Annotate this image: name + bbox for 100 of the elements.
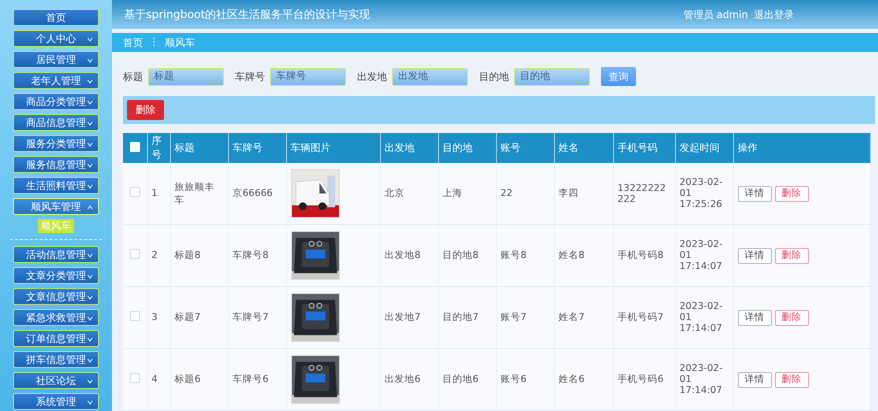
table-cell: 2023-02-01 17:14:07 — [675, 286, 733, 348]
table-cell: 标题7 — [170, 286, 228, 348]
sidebar-item[interactable]: 活动信息管理 — [13, 246, 99, 263]
caret-icon — [87, 358, 93, 363]
table-cell: 目的地8 — [438, 224, 496, 286]
table-cell: 账号6 — [496, 348, 554, 410]
caret-icon — [87, 163, 93, 168]
sidebar-item[interactable]: 商品分类管理 — [13, 93, 99, 110]
column-header: 车牌号 — [228, 133, 286, 163]
column-header: 发起时间 — [675, 133, 733, 163]
logout-link[interactable]: 退出登录 — [754, 8, 794, 22]
column-header: 目的地 — [438, 133, 496, 163]
table-cell: 标题6 — [170, 348, 228, 410]
delete-button[interactable]: 删除 — [774, 372, 808, 388]
row-checkbox[interactable] — [130, 311, 140, 321]
table-cell: 姓名6 — [554, 348, 613, 410]
sidebar-item[interactable]: 商品信息管理 — [13, 114, 99, 131]
table-cell: 出发地6 — [380, 348, 438, 410]
sidebar-item[interactable]: 服务分类管理 — [13, 135, 99, 152]
table-cell: 目的地6 — [438, 348, 496, 410]
table-cell: 账号8 — [496, 224, 554, 286]
caret-icon — [87, 400, 93, 405]
caret-icon — [87, 100, 93, 105]
caret-icon — [87, 253, 93, 258]
site-title: 基于springboot的社区生活服务平台的设计与实现 — [124, 7, 372, 22]
field-label: 车牌号 — [235, 70, 265, 84]
table-cell: 4 — [147, 348, 170, 410]
details-button[interactable]: 详情 — [738, 186, 772, 202]
table-cell: 1 — [147, 163, 170, 224]
caret-icon — [87, 337, 93, 342]
table-cell: 姓名7 — [554, 286, 613, 348]
sidebar-item[interactable]: 个人中心 — [13, 30, 99, 47]
caret-icon — [87, 184, 93, 189]
sidebar-item[interactable]: 服务信息管理 — [13, 156, 99, 173]
delete-button[interactable]: 删除 — [127, 100, 164, 120]
column-header: 账号 — [496, 133, 554, 163]
table-cell: 李四 — [554, 163, 613, 224]
sidebar-item[interactable]: 紧急求救管理 — [13, 309, 99, 326]
table-cell: 2023-02-01 17:14:07 — [675, 224, 733, 286]
caret-icon — [87, 58, 93, 63]
delete-button[interactable]: 删除 — [774, 248, 808, 264]
row-checkbox[interactable] — [130, 373, 140, 383]
user-label: 管理员 admin — [683, 8, 748, 22]
table-cell: 上海 — [438, 163, 496, 224]
table-cell: 出发地7 — [380, 286, 438, 348]
field-label: 标题 — [123, 70, 143, 84]
sidebar-item[interactable]: 系统管理 — [13, 393, 99, 410]
breadcrumb-item: ⋮ — [149, 37, 159, 48]
table-cell: 车牌号8 — [228, 224, 286, 286]
delete-button[interactable]: 删除 — [774, 310, 808, 326]
table-cell: 13222222222 — [613, 163, 675, 224]
sidebar-item[interactable]: 生活照料管理 — [13, 177, 99, 194]
caret-icon — [87, 295, 93, 300]
sidebar-item[interactable]: 老年人管理 — [13, 72, 99, 89]
sidebar-item[interactable]: 拼车信息管理 — [13, 351, 99, 368]
delete-button[interactable]: 删除 — [774, 186, 808, 202]
table-cell: 3 — [147, 286, 170, 348]
details-button[interactable]: 详情 — [738, 248, 772, 264]
search-field[interactable]: 目的地 — [514, 68, 590, 86]
caret-icon — [87, 205, 93, 210]
search-field[interactable]: 车牌号 — [270, 68, 346, 86]
table-cell: 2 — [147, 224, 170, 286]
column-header: 出发地 — [380, 133, 438, 163]
sidebar-item[interactable]: 居民管理 — [13, 51, 99, 68]
field-label: 出发地 — [357, 70, 387, 84]
column-header: 序号 — [147, 133, 170, 163]
table-cell: 姓名8 — [554, 224, 613, 286]
table-cell: 2023-02-01 17:25:26 — [675, 163, 733, 224]
caret-icon — [87, 37, 93, 42]
column-header: 标题 — [170, 133, 228, 163]
details-button[interactable]: 详情 — [738, 310, 772, 326]
search-field[interactable]: 标题 — [148, 68, 224, 86]
table-cell: 目的地7 — [438, 286, 496, 348]
sidebar-item[interactable]: 文章信息管理 — [13, 288, 99, 305]
field-label: 目的地 — [479, 70, 509, 84]
sidebar-item[interactable]: 社区论坛 — [13, 372, 99, 389]
caret-icon — [87, 274, 93, 279]
table-cell: 旅旅顺丰车 — [170, 163, 228, 224]
sidebar-item[interactable]: 首页 — [13, 9, 99, 26]
caret-icon — [87, 379, 93, 384]
column-header: 手机号码 — [613, 133, 675, 163]
table-cell: 京66666 — [228, 163, 286, 224]
caret-icon — [87, 121, 93, 126]
select-all-checkbox[interactable] — [130, 142, 140, 152]
row-checkbox[interactable] — [130, 187, 140, 197]
table-cell: 手机号码6 — [613, 348, 675, 410]
sidebar-item[interactable]: 顺风车管理 — [13, 198, 99, 215]
search-field[interactable]: 出发地 — [392, 68, 468, 86]
sidebar-item[interactable]: 订单信息管理 — [13, 330, 99, 347]
table-cell: 标题8 — [170, 224, 228, 286]
sidebar-item[interactable]: 文章分类管理 — [13, 267, 99, 284]
caret-icon — [87, 79, 93, 84]
column-header: 操作 — [733, 133, 870, 163]
table-cell: 车牌号7 — [228, 286, 286, 348]
caret-icon — [87, 316, 93, 321]
column-header: 车辆图片 — [286, 133, 380, 163]
search-button[interactable]: 查询 — [601, 67, 636, 86]
details-button[interactable]: 详情 — [738, 372, 772, 388]
table-cell: 22 — [496, 163, 554, 224]
row-checkbox[interactable] — [130, 249, 140, 259]
